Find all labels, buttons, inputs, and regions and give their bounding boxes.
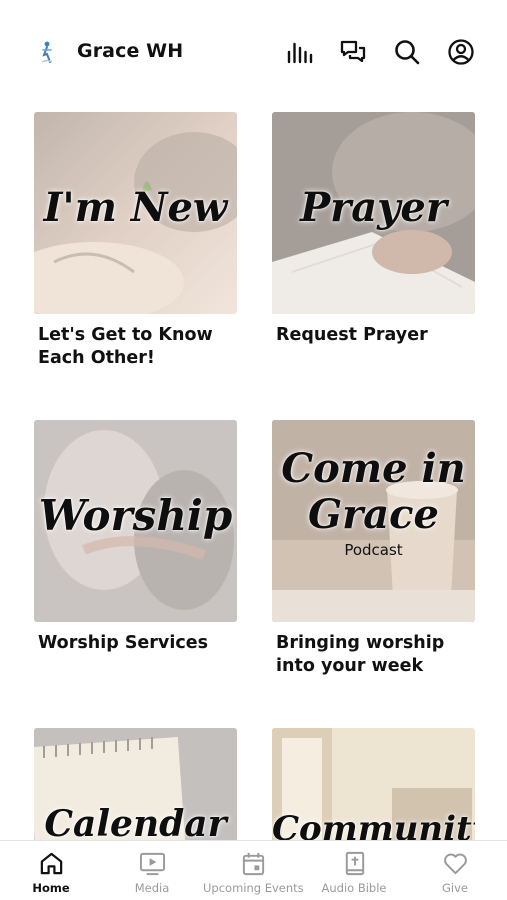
tile-title: Calendar (44, 803, 227, 840)
heart-icon (405, 849, 505, 877)
tile-title-line1: Come in (281, 445, 466, 492)
tab-label: Audio Bible (321, 881, 387, 895)
tab-home[interactable]: Home (1, 849, 101, 895)
tile-title-line2: Grace (308, 491, 439, 538)
card-community[interactable]: Community (272, 728, 475, 840)
tab-give[interactable]: Give (405, 849, 505, 895)
card-caption: Worship Services (38, 633, 208, 653)
app-title: Grace WH (77, 40, 184, 62)
card-worship[interactable]: Worship Worship Services (34, 420, 237, 655)
bible-icon (304, 849, 404, 877)
home-icon (1, 849, 101, 877)
card-caption: Bringing worship into your week (276, 633, 445, 676)
profile-icon[interactable] (446, 37, 476, 67)
content-grid[interactable]: I'm New Let's Get to Know Each Other! Pr… (0, 100, 507, 840)
calendar-icon (203, 849, 303, 877)
card-caption: Let's Get to Know Each Other! (38, 325, 213, 368)
tab-label: Home (32, 881, 70, 895)
tile-calendar[interactable]: Calendar (34, 728, 237, 840)
tab-audio-bible[interactable]: Audio Bible (304, 849, 404, 895)
tile-subtitle: Podcast (344, 541, 403, 559)
tile-title: Prayer (300, 184, 447, 231)
tile-prayer[interactable]: Prayer (272, 112, 475, 314)
tile-title: I'm New (43, 184, 228, 231)
audio-bars-icon[interactable] (284, 37, 314, 67)
tile-worship[interactable]: Worship (34, 420, 237, 622)
tab-media[interactable]: Media (102, 849, 202, 895)
tab-upcoming-events[interactable]: Upcoming Events (203, 849, 304, 895)
top-bar: Grace WH (0, 0, 507, 100)
tile-come-in-grace[interactable]: Come in Grace Podcast (272, 420, 475, 622)
card-prayer[interactable]: Prayer Request Prayer (272, 112, 475, 347)
play-screen-icon (102, 849, 202, 877)
tile-title: Community (272, 809, 475, 840)
card-calendar[interactable]: Calendar (34, 728, 237, 840)
tile-title: Worship (38, 491, 233, 540)
tile-im-new[interactable]: I'm New (34, 112, 237, 314)
card-im-new[interactable]: I'm New Let's Get to Know Each Other! (34, 112, 237, 370)
card-come-in-grace[interactable]: Come in Grace Podcast Bringing worship i… (272, 420, 475, 678)
church-logo-icon (38, 40, 56, 66)
card-caption: Request Prayer (276, 325, 428, 345)
search-icon[interactable] (392, 37, 422, 67)
chat-icon[interactable] (338, 37, 368, 67)
tile-community[interactable]: Community (272, 728, 475, 840)
tab-label: Upcoming Events (203, 881, 304, 895)
bottom-tab-bar: Home Media Upcoming Events Audio Bible G… (0, 840, 507, 900)
tab-label: Media (134, 881, 170, 895)
tab-label: Give (442, 881, 468, 895)
